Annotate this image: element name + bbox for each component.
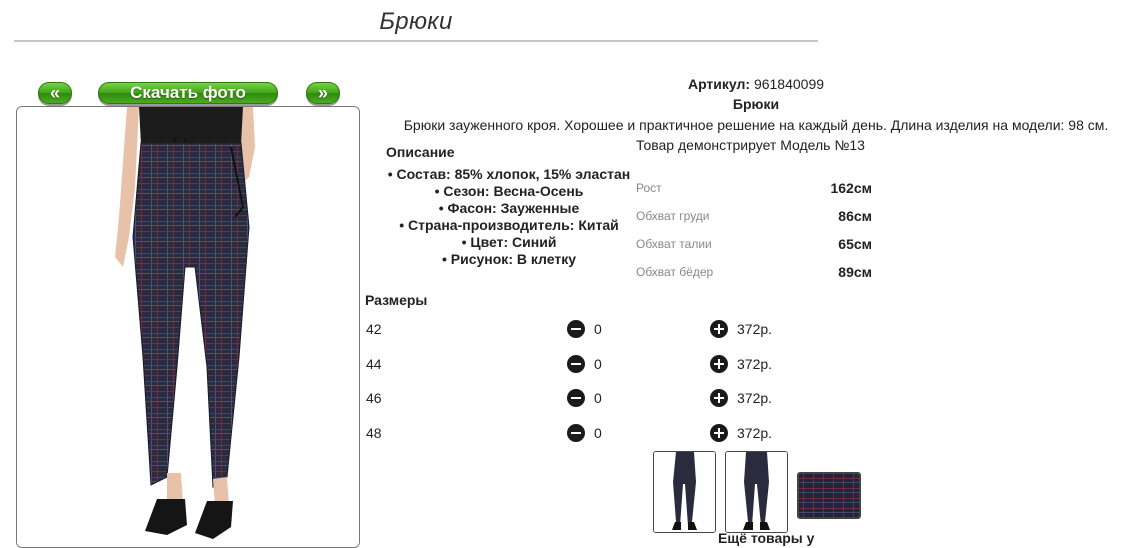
spec-item: Фасон: Зауженные — [372, 200, 646, 217]
spec-item: Состав: 85% хлопок, 15% эластан — [372, 166, 646, 183]
minus-circle-icon[interactable] — [567, 320, 585, 338]
download-photo-button[interactable]: Скачать фото — [98, 82, 278, 104]
minus-circle-icon[interactable] — [567, 389, 585, 407]
specs-list: Состав: 85% хлопок, 15% эластан Сезон: В… — [372, 166, 646, 268]
size-label: 48 — [366, 425, 382, 441]
minus-circle-icon[interactable] — [567, 355, 585, 373]
page-title: Брюки — [379, 8, 453, 35]
title-divider — [14, 40, 818, 42]
more-products-heading: Ещё товары у — [718, 530, 815, 546]
spec-item: Страна-производитель: Китай — [372, 217, 646, 234]
thumbnail-back[interactable] — [725, 451, 788, 533]
measurement-value: 65см — [838, 236, 872, 252]
measurement-value: 86см — [838, 208, 872, 224]
spec-item: Рисунок: В клетку — [372, 251, 646, 268]
size-label: 46 — [366, 390, 382, 406]
product-name: Брюки — [732, 96, 780, 112]
plus-circle-icon[interactable] — [710, 424, 728, 442]
spec-item: Цвет: Синий — [372, 234, 646, 251]
main-product-photo[interactable] — [16, 106, 360, 548]
quantity-value: 0 — [594, 425, 602, 441]
measurement-label: Обхват талии — [636, 237, 712, 251]
thumbnail-image — [799, 474, 859, 517]
quantity-value: 0 — [594, 356, 602, 372]
article-line: Артикул: 961840099 — [600, 76, 912, 92]
next-photo-button[interactable]: » — [306, 82, 340, 104]
size-row: 42 0 372р. — [365, 319, 825, 339]
price-value: 372р. — [737, 321, 773, 337]
price-value: 372р. — [737, 390, 773, 406]
description-heading: Описание — [386, 144, 455, 160]
price-value: 372р. — [737, 425, 773, 441]
size-row: 46 0 372р. — [365, 388, 825, 408]
size-label: 42 — [366, 321, 382, 337]
price-value: 372р. — [737, 356, 773, 372]
thumbnail-front[interactable] — [653, 451, 716, 533]
model-note: Товар демонстрирует Модель №13 — [636, 137, 865, 153]
measurement-value: 89см — [838, 264, 872, 280]
article-label: Артикул: — [687, 76, 751, 92]
product-photo-image — [17, 107, 359, 547]
minus-circle-icon[interactable] — [567, 424, 585, 442]
sizes-heading: Размеры — [365, 292, 428, 308]
spec-item: Сезон: Весна-Осень — [372, 183, 646, 200]
thumbnail-image — [654, 452, 715, 532]
measurement-label: Обхват груди — [636, 209, 710, 223]
measurement-label: Рост — [636, 181, 662, 195]
size-row: 44 0 372р. — [365, 354, 825, 374]
plus-circle-icon[interactable] — [710, 389, 728, 407]
size-label: 44 — [366, 356, 382, 372]
thumbnail-fabric[interactable] — [797, 472, 861, 519]
measurement-label: Обхват бёдер — [636, 265, 714, 279]
thumbnail-image — [726, 452, 787, 532]
quantity-value: 0 — [594, 321, 602, 337]
plus-circle-icon[interactable] — [710, 320, 728, 338]
size-row: 48 0 372р. — [365, 423, 825, 443]
product-description: Брюки зауженного кроя. Хорошее и практич… — [403, 117, 1109, 133]
plus-circle-icon[interactable] — [710, 355, 728, 373]
measurement-value: 162см — [830, 180, 872, 196]
article-value: 961840099 — [753, 76, 825, 92]
quantity-value: 0 — [594, 390, 602, 406]
prev-photo-button[interactable]: « — [38, 82, 72, 104]
